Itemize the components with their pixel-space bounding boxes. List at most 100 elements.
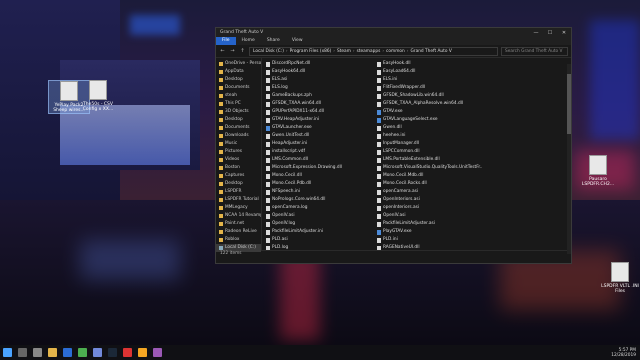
forward-button[interactable]: →	[229, 48, 236, 54]
search-icon[interactable]	[18, 348, 27, 357]
sidebar-item[interactable]: Desktop	[216, 180, 261, 188]
sidebar-item[interactable]: steah	[216, 92, 261, 100]
file-item[interactable]: Mono.Cecil.Pdb.dll	[266, 180, 371, 188]
sidebar-item[interactable]: Downloads	[216, 132, 261, 140]
file-item[interactable]: PackfileLimitAdjuster.ini	[266, 228, 371, 236]
maximize-button[interactable]: ☐	[543, 28, 557, 37]
sidebar-item[interactable]: Radeon ReLive	[216, 228, 261, 236]
file-item[interactable]: EasyHook64.dll	[266, 68, 371, 76]
tab-home[interactable]: Home	[236, 37, 261, 45]
breadcrumb-steam[interactable]: Steam	[337, 49, 351, 54]
sidebar-item[interactable]: LSPDFR Tutorial	[216, 196, 261, 204]
sidebar-item[interactable]: MMLegacy	[216, 204, 261, 212]
file-item[interactable]: PLD.ini	[377, 236, 482, 244]
file-item[interactable]: FlitFixedWrapper.dll	[377, 84, 482, 92]
file-item[interactable]: InputManager.dll	[377, 140, 482, 148]
file-item[interactable]: PackfileLimitAdjuster.asi	[377, 220, 482, 228]
file-item[interactable]: Mono.Cecil.Mdb.dll	[377, 172, 482, 180]
file-item[interactable]: openCamera.asi	[377, 188, 482, 196]
file-item[interactable]: Gwen.dll	[377, 124, 482, 132]
sidebar-item[interactable]: OneDrive - Person	[216, 60, 261, 68]
sidebar-item[interactable]: Documents	[216, 124, 261, 132]
tab-share[interactable]: Share	[261, 37, 286, 45]
scrollbar-thumb[interactable]	[567, 74, 571, 134]
sidebar-item[interactable]: This PC	[216, 100, 261, 108]
file-item[interactable]: PlayGTAV.exe	[377, 228, 482, 236]
up-button[interactable]: ↑	[239, 48, 246, 54]
start-button-icon[interactable]	[3, 348, 12, 357]
file-item[interactable]: GTAVLanguageSelect.exe	[377, 116, 482, 124]
sidebar-item[interactable]: 3D Objects	[216, 108, 261, 116]
sidebar-item[interactable]: NCAA 14 Revamp	[216, 212, 261, 220]
file-item[interactable]: GTAVLauncher.exe	[266, 124, 371, 132]
file-item[interactable]: LSPCCommon.dll	[377, 148, 482, 156]
file-item[interactable]: Mono.Cecil.Rocks.dll	[377, 180, 482, 188]
discord-icon[interactable]	[93, 348, 102, 357]
desktop-icon-right-1[interactable]: Pausaro LSPDFR.CH2...	[578, 155, 618, 187]
sidebar-item[interactable]: Captures	[216, 172, 261, 180]
tab-view[interactable]: View	[286, 37, 309, 45]
file-item[interactable]: HeapAdjuster.ini	[266, 140, 371, 148]
file-item[interactable]: NoPrologs.Core.win64.dll	[266, 196, 371, 204]
file-item[interactable]: OpenIV.asi	[377, 212, 482, 220]
file-item[interactable]: GameBackups.zph	[266, 92, 371, 100]
edge-icon[interactable]	[63, 348, 72, 357]
file-item[interactable]: GTAV.exe	[377, 108, 482, 116]
close-button[interactable]: ✕	[557, 28, 571, 37]
file-item[interactable]: OpenInteriors.asi	[377, 196, 482, 204]
file-item[interactable]: ELS.ini	[377, 76, 482, 84]
file-item[interactable]: Microsoft.VisualStudio.QualityTools.Unit…	[377, 164, 482, 172]
task-view-icon[interactable]	[33, 348, 42, 357]
search-input[interactable]: Search Grand Theft Auto V	[501, 46, 568, 56]
file-item[interactable]: Gwen.UnitTest.dll	[266, 132, 371, 140]
clock[interactable]: 5:57 PM 12/28/2019	[611, 348, 636, 358]
sidebar-item[interactable]: Paint.net	[216, 220, 261, 228]
file-item[interactable]: openInteriors.asi	[377, 204, 482, 212]
sidebar-item[interactable]: Roblox	[216, 236, 261, 244]
steam-icon[interactable]	[108, 348, 117, 357]
breadcrumb-steamapps[interactable]: steamapps	[357, 49, 381, 54]
file-item[interactable]: LMS.PortableExtensible.dll	[377, 156, 482, 164]
file-item[interactable]: GFSDK_ShadowLib.win64.dll	[377, 92, 482, 100]
sidebar-item[interactable]: Music	[216, 140, 261, 148]
xbox-icon[interactable]	[78, 348, 87, 357]
file-item[interactable]: GFSDK_TXAA_AlphaResolve.win64.dll	[377, 100, 482, 108]
file-item[interactable]: NFSpeech.ini	[266, 188, 371, 196]
minimize-button[interactable]: —	[529, 28, 543, 37]
back-button[interactable]: ←	[219, 48, 226, 54]
breadcrumb-program-files[interactable]: Program Files (x86)	[290, 49, 332, 54]
sidebar-item[interactable]: AppData	[216, 68, 261, 76]
file-item[interactable]: OpenIV.log	[266, 220, 371, 228]
file-item[interactable]: heehee.ini	[377, 132, 482, 140]
app-icon-purple[interactable]	[153, 348, 162, 357]
breadcrumb-drive[interactable]: Local Disk (C:)	[253, 49, 284, 54]
file-item[interactable]: GTAV.HeapAdjuster.ini	[266, 116, 371, 124]
file-item[interactable]: GPUPerfAPIDX11-x64.dll	[266, 108, 371, 116]
file-item[interactable]: ELS.log	[266, 84, 371, 92]
sidebar-item[interactable]: Videos	[216, 156, 261, 164]
file-item[interactable]: DiscordRpcNet.dll	[266, 60, 371, 68]
sidebar-item[interactable]: Boston	[216, 164, 261, 172]
file-item[interactable]: PLD.asi	[266, 236, 371, 244]
file-item[interactable]: installscript.vdf	[266, 148, 371, 156]
sidebar-item[interactable]: Pictures	[216, 148, 261, 156]
desktop-icon-right-2[interactable]: LSPDFR VLTL .INI Files	[600, 262, 640, 294]
file-item[interactable]: OpenIV.asi	[266, 212, 371, 220]
file-item[interactable]: LMS.Common.dll	[266, 156, 371, 164]
file-item[interactable]: GFSDK_TXAA.win64.dll	[266, 100, 371, 108]
sidebar-item[interactable]: Desktop	[216, 116, 261, 124]
app-icon-orange[interactable]	[138, 348, 147, 357]
file-item[interactable]: Microsoft.Expression.Drawing.dll	[266, 164, 371, 172]
file-item[interactable]: EasyLoad64.dll	[377, 68, 482, 76]
desktop-icon-left-2[interactable]: The50s - CSV Config x XX...	[78, 80, 118, 112]
breadcrumb-common[interactable]: common	[386, 49, 405, 54]
file-item[interactable]: ELS.asi	[266, 76, 371, 84]
file-item[interactable]: PLD.log	[266, 244, 371, 250]
tab-file[interactable]: File	[216, 37, 236, 45]
address-bar[interactable]: Local Disk (C:) › Program Files (x86) › St…	[249, 46, 498, 56]
file-item[interactable]: EasyHook.dll	[377, 60, 482, 68]
app-icon-red[interactable]	[123, 348, 132, 357]
sidebar-item[interactable]: LSPDFR	[216, 188, 261, 196]
file-item[interactable]: RAGENativeUI.dll	[377, 244, 482, 250]
file-explorer-taskbar-icon[interactable]	[48, 348, 57, 357]
